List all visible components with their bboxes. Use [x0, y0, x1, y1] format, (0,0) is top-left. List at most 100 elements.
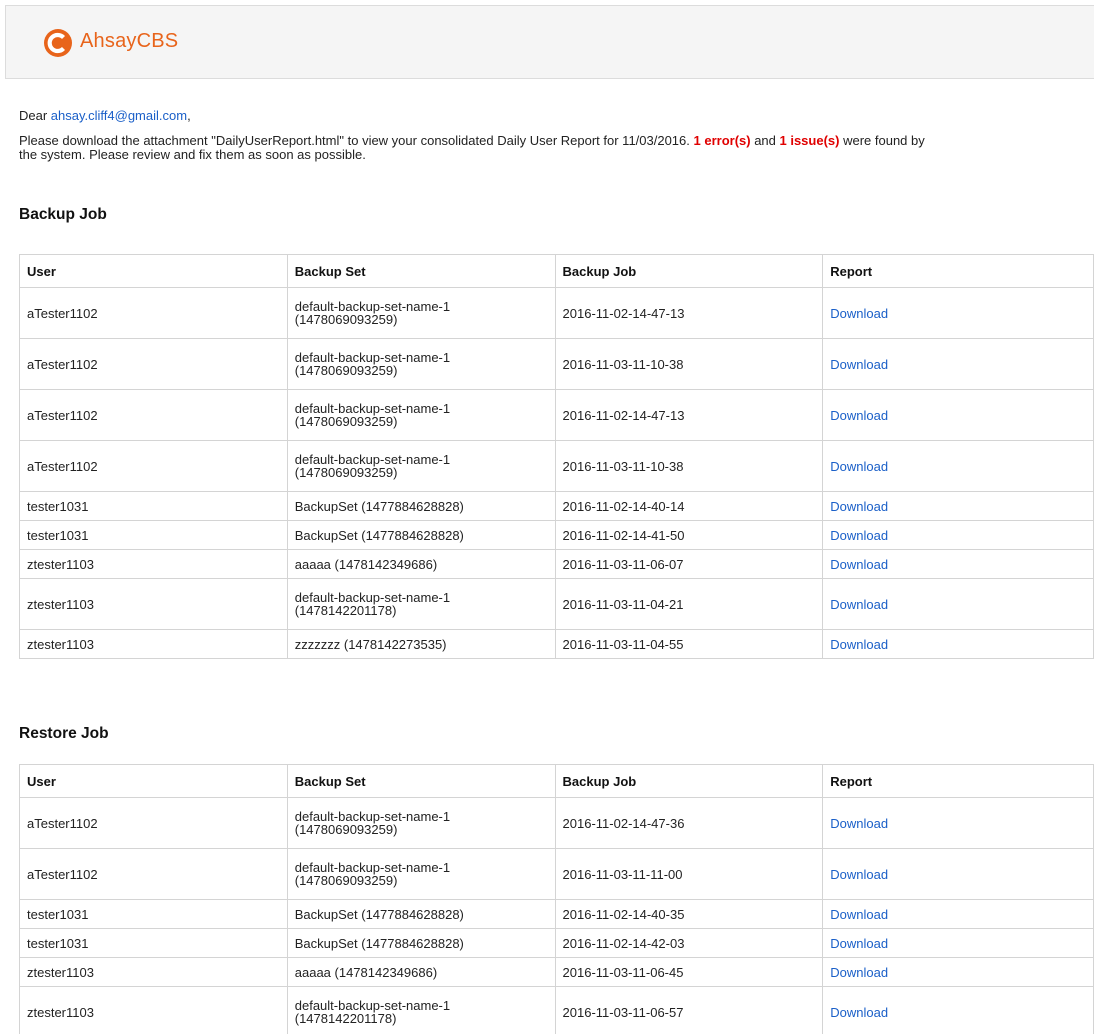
cell-backup-set: aaaaa (1478142349686): [286, 549, 556, 579]
backup-job-title: Backup Job: [19, 206, 107, 223]
cell-report: Download: [822, 491, 1094, 521]
cell-user: tester1031: [19, 928, 288, 958]
table-row: aTester1102 default-backup-set-name-1 (147…: [19, 287, 1094, 339]
cell-report: Download: [822, 899, 1094, 929]
column-header-backup-set: Backup Set: [286, 764, 556, 798]
cell-user: aTester1102: [19, 389, 288, 441]
cell-user: ztester1103: [19, 957, 288, 987]
cell-user: aTester1102: [19, 848, 288, 900]
cell-backup-job: 2016-11-02-14-47-36: [554, 797, 824, 849]
backup-set-id: (1478069093259): [294, 465, 398, 480]
cell-backup-set: BackupSet (1477884628828): [286, 899, 556, 929]
download-report-link[interactable]: Download: [830, 907, 888, 922]
message-text-end: were found by: [839, 133, 925, 148]
restore-job-table: User Backup Set Backup Job Report aTeste…: [19, 764, 1094, 1034]
table-row: ztester1103 default-backup-set-name-1 (147…: [19, 986, 1094, 1034]
ahsay-logo-icon: [44, 29, 72, 57]
backup-set-id: (1478142201178): [294, 603, 397, 618]
table-row: aTester1102 default-backup-set-name-1 (147…: [19, 848, 1094, 900]
download-report-link[interactable]: Download: [830, 459, 888, 474]
cell-user: ztester1103: [19, 549, 288, 579]
cell-backup-job: 2016-11-03-11-10-38: [554, 440, 824, 492]
cell-report: Download: [822, 848, 1094, 900]
cell-report: Download: [822, 338, 1094, 390]
download-report-link[interactable]: Download: [830, 867, 888, 882]
download-report-link[interactable]: Download: [830, 357, 888, 372]
message-line2: the system. Please review and fix them a…: [19, 147, 366, 162]
backup-set-name: aaaaa (1478142349686): [294, 556, 438, 572]
table-row: ztester1103 default-backup-set-name-1 (147…: [19, 578, 1094, 630]
cell-user: aTester1102: [19, 797, 288, 849]
message-text: Please download the attachment "DailyUse…: [19, 133, 694, 148]
cell-backup-job: 2016-11-03-11-06-57: [554, 986, 824, 1034]
backup-set-name: aaaaa (1478142349686): [294, 964, 438, 980]
cell-backup-job: 2016-11-02-14-47-13: [554, 287, 824, 339]
download-report-link[interactable]: Download: [830, 965, 888, 980]
cell-user: ztester1103: [19, 629, 288, 659]
download-report-link[interactable]: Download: [830, 936, 888, 951]
backup-set-id: (1478069093259): [294, 363, 398, 378]
restore-job-rows: aTester1102 default-backup-set-name-1 (147…: [19, 797, 1094, 1034]
report-message: Please download the attachment "DailyUse…: [19, 134, 1094, 162]
column-header-backup-job: Backup Job: [554, 764, 824, 798]
download-report-link[interactable]: Download: [830, 597, 888, 612]
cell-user: aTester1102: [19, 338, 288, 390]
table-row: ztester1103 aaaaa (1478142349686) 2016-11-…: [19, 957, 1094, 987]
cell-backup-job: 2016-11-02-14-40-14: [554, 491, 824, 521]
cell-report: Download: [822, 629, 1094, 659]
column-header-user: User: [19, 254, 288, 288]
cell-report: Download: [822, 928, 1094, 958]
backup-set-id: (1478142201178): [294, 1011, 397, 1026]
download-report-link[interactable]: Download: [830, 499, 888, 514]
cell-backup-set: default-backup-set-name-1 (1478069093259): [286, 287, 556, 339]
backup-set-id: (1478069093259): [294, 312, 398, 327]
backup-set-id: (1478069093259): [294, 873, 398, 888]
download-report-link[interactable]: Download: [830, 408, 888, 423]
cell-report: Download: [822, 520, 1094, 550]
cell-user: ztester1103: [19, 986, 288, 1034]
cell-report: Download: [822, 986, 1094, 1034]
cell-backup-set: aaaaa (1478142349686): [286, 957, 556, 987]
download-report-link[interactable]: Download: [830, 816, 888, 831]
table-header-row: User Backup Set Backup Job Report: [19, 764, 1094, 798]
cell-backup-job: 2016-11-03-11-11-00: [554, 848, 824, 900]
download-report-link[interactable]: Download: [830, 637, 888, 652]
download-report-link[interactable]: Download: [830, 306, 888, 321]
cell-report: Download: [822, 957, 1094, 987]
backup-set-name: BackupSet (1477884628828): [294, 527, 464, 543]
table-row: tester1031 BackupSet (1477884628828) 2016-…: [19, 899, 1094, 929]
cell-user: ztester1103: [19, 578, 288, 630]
backup-set-name: BackupSet (1477884628828): [294, 935, 464, 951]
backup-set-name: zzzzzzz (1478142273535): [294, 636, 447, 652]
email-body: Dear ahsay.cliff4@gmail.com, Please down…: [19, 108, 1094, 162]
download-report-link[interactable]: Download: [830, 1005, 888, 1020]
email-header: AhsayCBS: [5, 5, 1094, 79]
cell-backup-job: 2016-11-03-11-10-38: [554, 338, 824, 390]
download-report-link[interactable]: Download: [830, 528, 888, 543]
greeting: Dear ahsay.cliff4@gmail.com,: [19, 108, 1094, 124]
cell-backup-set: default-backup-set-name-1 (1478142201178): [286, 578, 556, 630]
backup-set-name: BackupSet (1477884628828): [294, 498, 464, 514]
table-row: tester1031 BackupSet (1477884628828) 2016-…: [19, 491, 1094, 521]
table-row: aTester1102 default-backup-set-name-1 (147…: [19, 440, 1094, 492]
issue-count: 1 issue(s): [779, 133, 840, 148]
cell-report: Download: [822, 578, 1094, 630]
cell-report: Download: [822, 549, 1094, 579]
table-row: aTester1102 default-backup-set-name-1 (147…: [19, 338, 1094, 390]
cell-backup-set: default-backup-set-name-1 (1478142201178): [286, 986, 556, 1034]
table-row: ztester1103 aaaaa (1478142349686) 2016-11-…: [19, 549, 1094, 579]
cell-backup-set: default-backup-set-name-1 (1478069093259): [286, 848, 556, 900]
recipient-email-link[interactable]: ahsay.cliff4@gmail.com: [51, 108, 187, 123]
table-row: ztester1103 zzzzzzz (1478142273535) 2016-1…: [19, 629, 1094, 659]
cell-backup-set: default-backup-set-name-1 (1478069093259): [286, 389, 556, 441]
cell-backup-job: 2016-11-02-14-42-03: [554, 928, 824, 958]
table-header-row: User Backup Set Backup Job Report: [19, 254, 1094, 288]
cell-backup-job: 2016-11-03-11-06-07: [554, 549, 824, 579]
table-row: tester1031 BackupSet (1477884628828) 2016-…: [19, 520, 1094, 550]
cell-report: Download: [822, 440, 1094, 492]
cell-report: Download: [822, 389, 1094, 441]
cell-backup-set: default-backup-set-name-1 (1478069093259): [286, 440, 556, 492]
download-report-link[interactable]: Download: [830, 557, 888, 572]
table-row: tester1031 BackupSet (1477884628828) 2016-…: [19, 928, 1094, 958]
cell-user: tester1031: [19, 520, 288, 550]
